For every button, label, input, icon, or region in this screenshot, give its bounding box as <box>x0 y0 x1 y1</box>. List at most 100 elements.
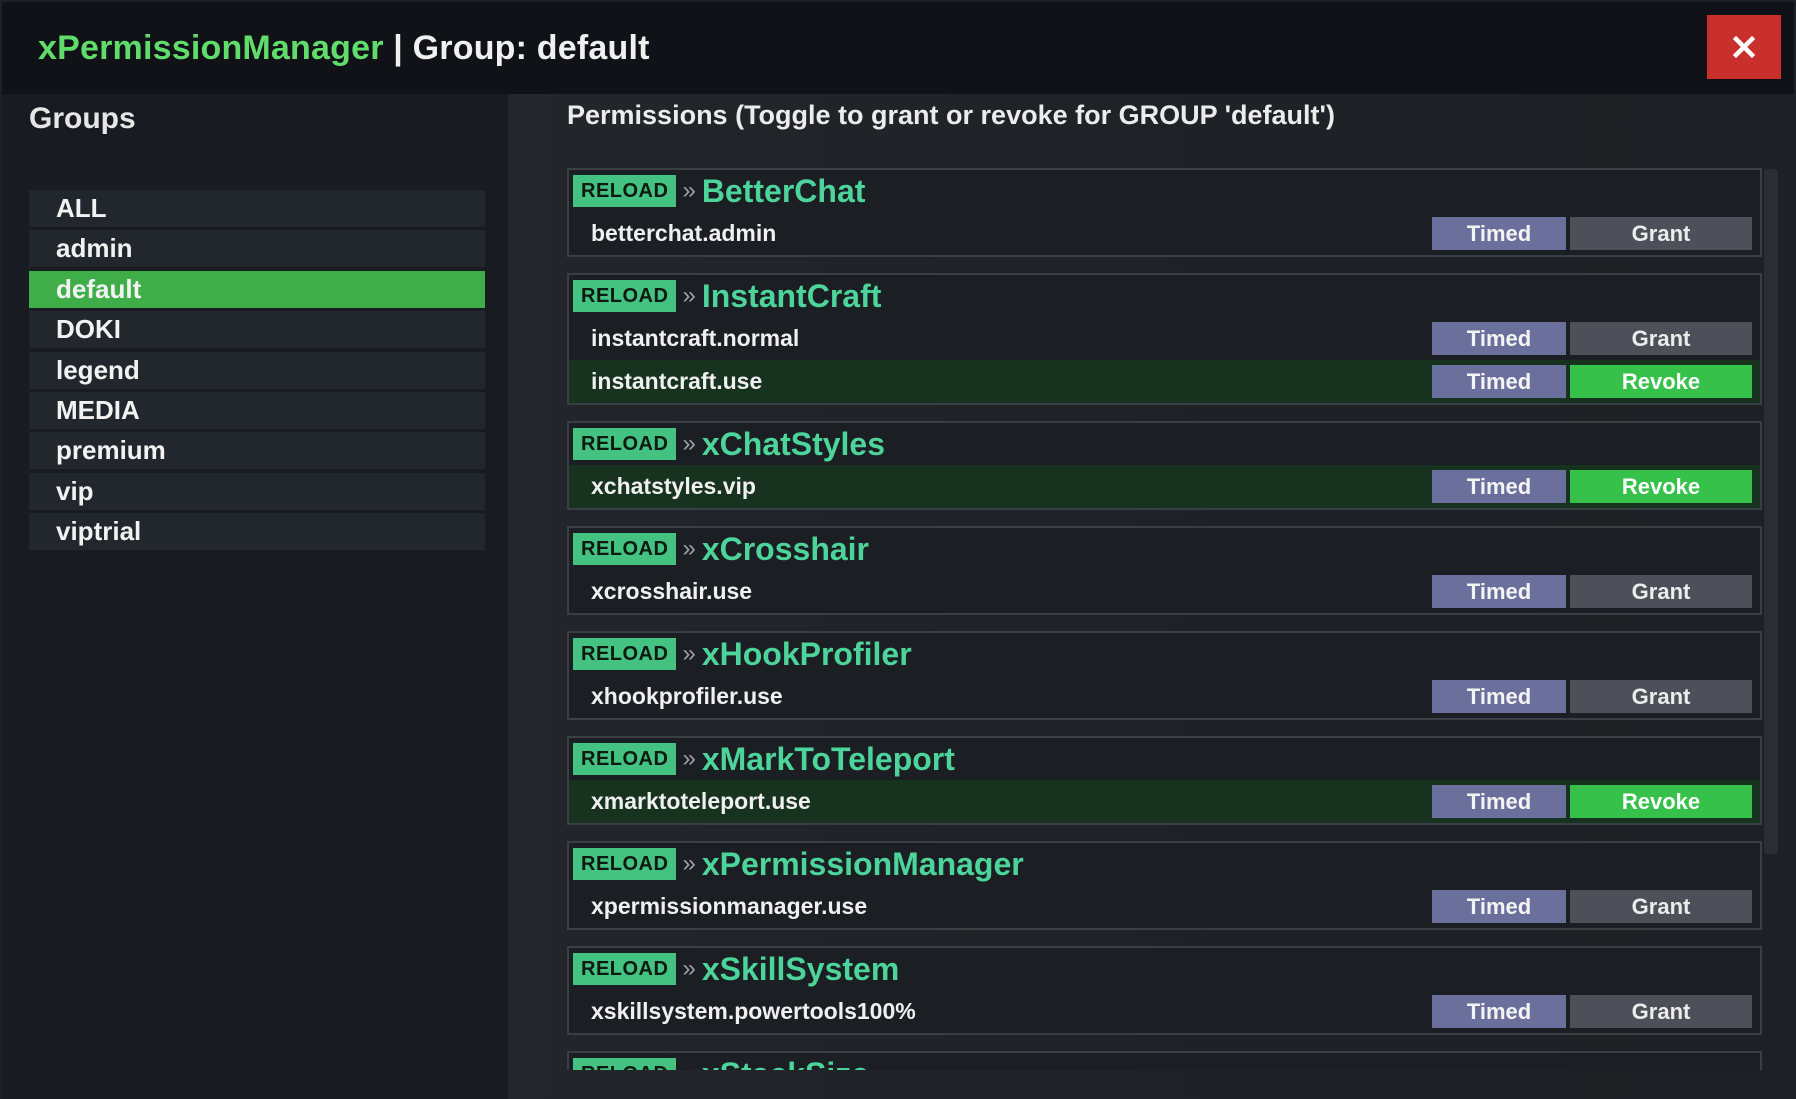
reload-button[interactable]: RELOAD <box>573 280 677 312</box>
reload-button[interactable]: RELOAD <box>573 638 677 670</box>
timed-button[interactable]: Timed <box>1432 575 1566 608</box>
plugin-section: RELOAD» xPermissionManager xpermissionmana… <box>567 841 1762 930</box>
chevron-separator: » <box>682 640 696 667</box>
timed-button[interactable]: Timed <box>1432 470 1566 503</box>
sidebar-title: Groups <box>29 102 136 135</box>
sidebar-group-vip[interactable]: vip <box>29 472 485 510</box>
timed-button[interactable]: Timed <box>1432 322 1566 355</box>
grant-button[interactable]: Grant <box>1570 995 1752 1028</box>
timed-button[interactable]: Timed <box>1432 680 1566 713</box>
permission-name: betterchat.admin <box>591 220 777 246</box>
plugin-header: RELOAD» BetterChat <box>569 170 1760 212</box>
permission-row: xskillsystem.powertools100% Timed Grant <box>569 990 1760 1033</box>
permission-row: xchatstyles.vip Timed Revoke <box>569 465 1760 508</box>
plugin-name: xStackSize <box>702 1056 869 1071</box>
grant-button[interactable]: Grant <box>1570 575 1752 608</box>
sidebar-group-legend[interactable]: legend <box>29 351 485 389</box>
timed-button[interactable]: Timed <box>1432 365 1566 398</box>
plugin-section: RELOAD» xMarkToTeleport xmarktoteleport.us… <box>567 736 1762 825</box>
timed-button[interactable]: Timed <box>1432 785 1566 818</box>
permission-row: xhookprofiler.use Timed Grant <box>569 675 1760 718</box>
permission-name: xchatstyles.vip <box>591 473 756 499</box>
chevron-separator: » <box>682 177 696 204</box>
plugin-name: xSkillSystem <box>701 950 900 987</box>
plugin-list[interactable]: RELOAD» BetterChat betterchat.admin Timed Gr… <box>567 168 1762 1070</box>
window-title-group: | Group: default <box>383 28 650 67</box>
plugin-name: BetterChat <box>701 172 866 209</box>
revoke-button[interactable]: Revoke <box>1570 365 1752 398</box>
permission-name: xskillsystem.powertools100% <box>591 998 916 1024</box>
grant-button[interactable]: Grant <box>1570 217 1752 250</box>
close-icon <box>1732 35 1756 59</box>
grant-button[interactable]: Grant <box>1570 890 1752 923</box>
sidebar-group-admin[interactable]: admin <box>29 230 485 268</box>
plugin-section: RELOAD» xChatStyles xchatstyles.vip Timed Re… <box>567 421 1762 510</box>
plugin-header: RELOAD» xCrosshair <box>569 528 1760 570</box>
chevron-separator: » <box>682 535 696 562</box>
plugin-section: RELOAD » xStackSize <box>567 1051 1762 1070</box>
reload-button[interactable]: RELOAD <box>573 428 677 460</box>
permission-name: xhookprofiler.use <box>591 683 783 709</box>
plugin-name: xHookProfiler <box>701 635 912 672</box>
timed-button[interactable]: Timed <box>1432 217 1566 250</box>
sidebar-group-viptrial[interactable]: viptrial <box>29 513 485 551</box>
permission-row: instantcraft.normal Timed Grant <box>569 317 1760 360</box>
permissions-header: Permissions (Toggle to grant or revoke f… <box>567 100 1335 130</box>
permissions-panel: Permissions (Toggle to grant or revoke f… <box>508 94 1796 1099</box>
groups-sidebar: Groups ALL admin default DOKI legend MEDIA pre… <box>2 94 508 1099</box>
close-button[interactable] <box>1707 15 1781 79</box>
sidebar-group-media[interactable]: MEDIA <box>29 391 485 429</box>
plugin-section: RELOAD» xSkillSystem xskillsystem.powertoo… <box>567 946 1762 1035</box>
permission-name: xmarktoteleport.use <box>591 788 811 814</box>
permission-row: betterchat.admin Timed Grant <box>569 212 1760 255</box>
chevron-separator: » <box>682 745 696 772</box>
revoke-button[interactable]: Revoke <box>1570 470 1752 503</box>
plugin-header: RELOAD» xMarkToTeleport <box>569 738 1760 780</box>
permission-manager-window: xPermissionManager | Group: default Grou… <box>0 0 1796 1099</box>
permission-row: instantcraft.use Timed Revoke <box>569 360 1760 403</box>
permission-name: xpermissionmanager.use <box>591 893 868 919</box>
plugin-name: xPermissionManager <box>701 845 1024 882</box>
reload-button[interactable]: RELOAD <box>573 953 677 985</box>
grant-button[interactable]: Grant <box>1570 322 1752 355</box>
permission-name: instantcraft.use <box>591 368 763 394</box>
chevron-separator: » <box>682 430 696 457</box>
plugin-name: xCrosshair <box>701 530 869 567</box>
permission-name: xcrosshair.use <box>591 578 753 604</box>
permission-row: xpermissionmanager.use Timed Grant <box>569 885 1760 928</box>
permission-name: instantcraft.normal <box>591 325 800 351</box>
chevron-separator: » <box>682 955 696 982</box>
plugin-section: RELOAD» BetterChat betterchat.admin Timed Gr… <box>567 168 1762 257</box>
sidebar-group-doki[interactable]: DOKI <box>29 311 485 349</box>
reload-button[interactable]: RELOAD <box>573 743 677 775</box>
plugin-header: RELOAD» xHookProfiler <box>569 633 1760 675</box>
reload-button[interactable]: RELOAD <box>573 175 677 207</box>
chevron-separator: » <box>682 850 696 877</box>
sidebar-group-all[interactable]: ALL <box>29 190 485 227</box>
reload-button[interactable]: RELOAD <box>573 848 677 880</box>
plugin-header: RELOAD » xStackSize <box>569 1053 1760 1070</box>
sidebar-group-default[interactable]: default <box>29 270 485 308</box>
reload-button[interactable]: RELOAD <box>573 533 677 565</box>
group-list: ALL admin default DOKI legend MEDIA premium vip… <box>29 190 485 554</box>
plugin-header: RELOAD» xPermissionManager <box>569 843 1760 885</box>
chevron-separator: » <box>682 282 696 309</box>
chevron-separator: » <box>682 1060 695 1070</box>
plugin-section: RELOAD» xHookProfiler xhookprofiler.use Tim… <box>567 631 1762 720</box>
title-bar: xPermissionManager | Group: default <box>2 2 1794 94</box>
timed-button[interactable]: Timed <box>1432 890 1566 923</box>
plugin-section: RELOAD» xCrosshair xcrosshair.use Timed Gran… <box>567 526 1762 615</box>
timed-button[interactable]: Timed <box>1432 995 1566 1028</box>
permission-row: xcrosshair.use Timed Grant <box>569 570 1760 613</box>
plugin-header: RELOAD» InstantCraft <box>569 275 1760 317</box>
reload-button[interactable]: RELOAD <box>573 1058 677 1070</box>
revoke-button[interactable]: Revoke <box>1570 785 1752 818</box>
sidebar-group-premium[interactable]: premium <box>29 432 485 470</box>
grant-button[interactable]: Grant <box>1570 680 1752 713</box>
window-title: xPermissionManager | Group: default <box>38 29 650 68</box>
scrollbar[interactable] <box>1764 169 1778 854</box>
permission-row: xmarktoteleport.use Timed Revoke <box>569 780 1760 823</box>
plugin-header: RELOAD» xSkillSystem <box>569 948 1760 990</box>
plugin-name: xMarkToTeleport <box>701 740 955 777</box>
plugin-section: RELOAD» InstantCraft instantcraft.normal Ti… <box>567 273 1762 405</box>
